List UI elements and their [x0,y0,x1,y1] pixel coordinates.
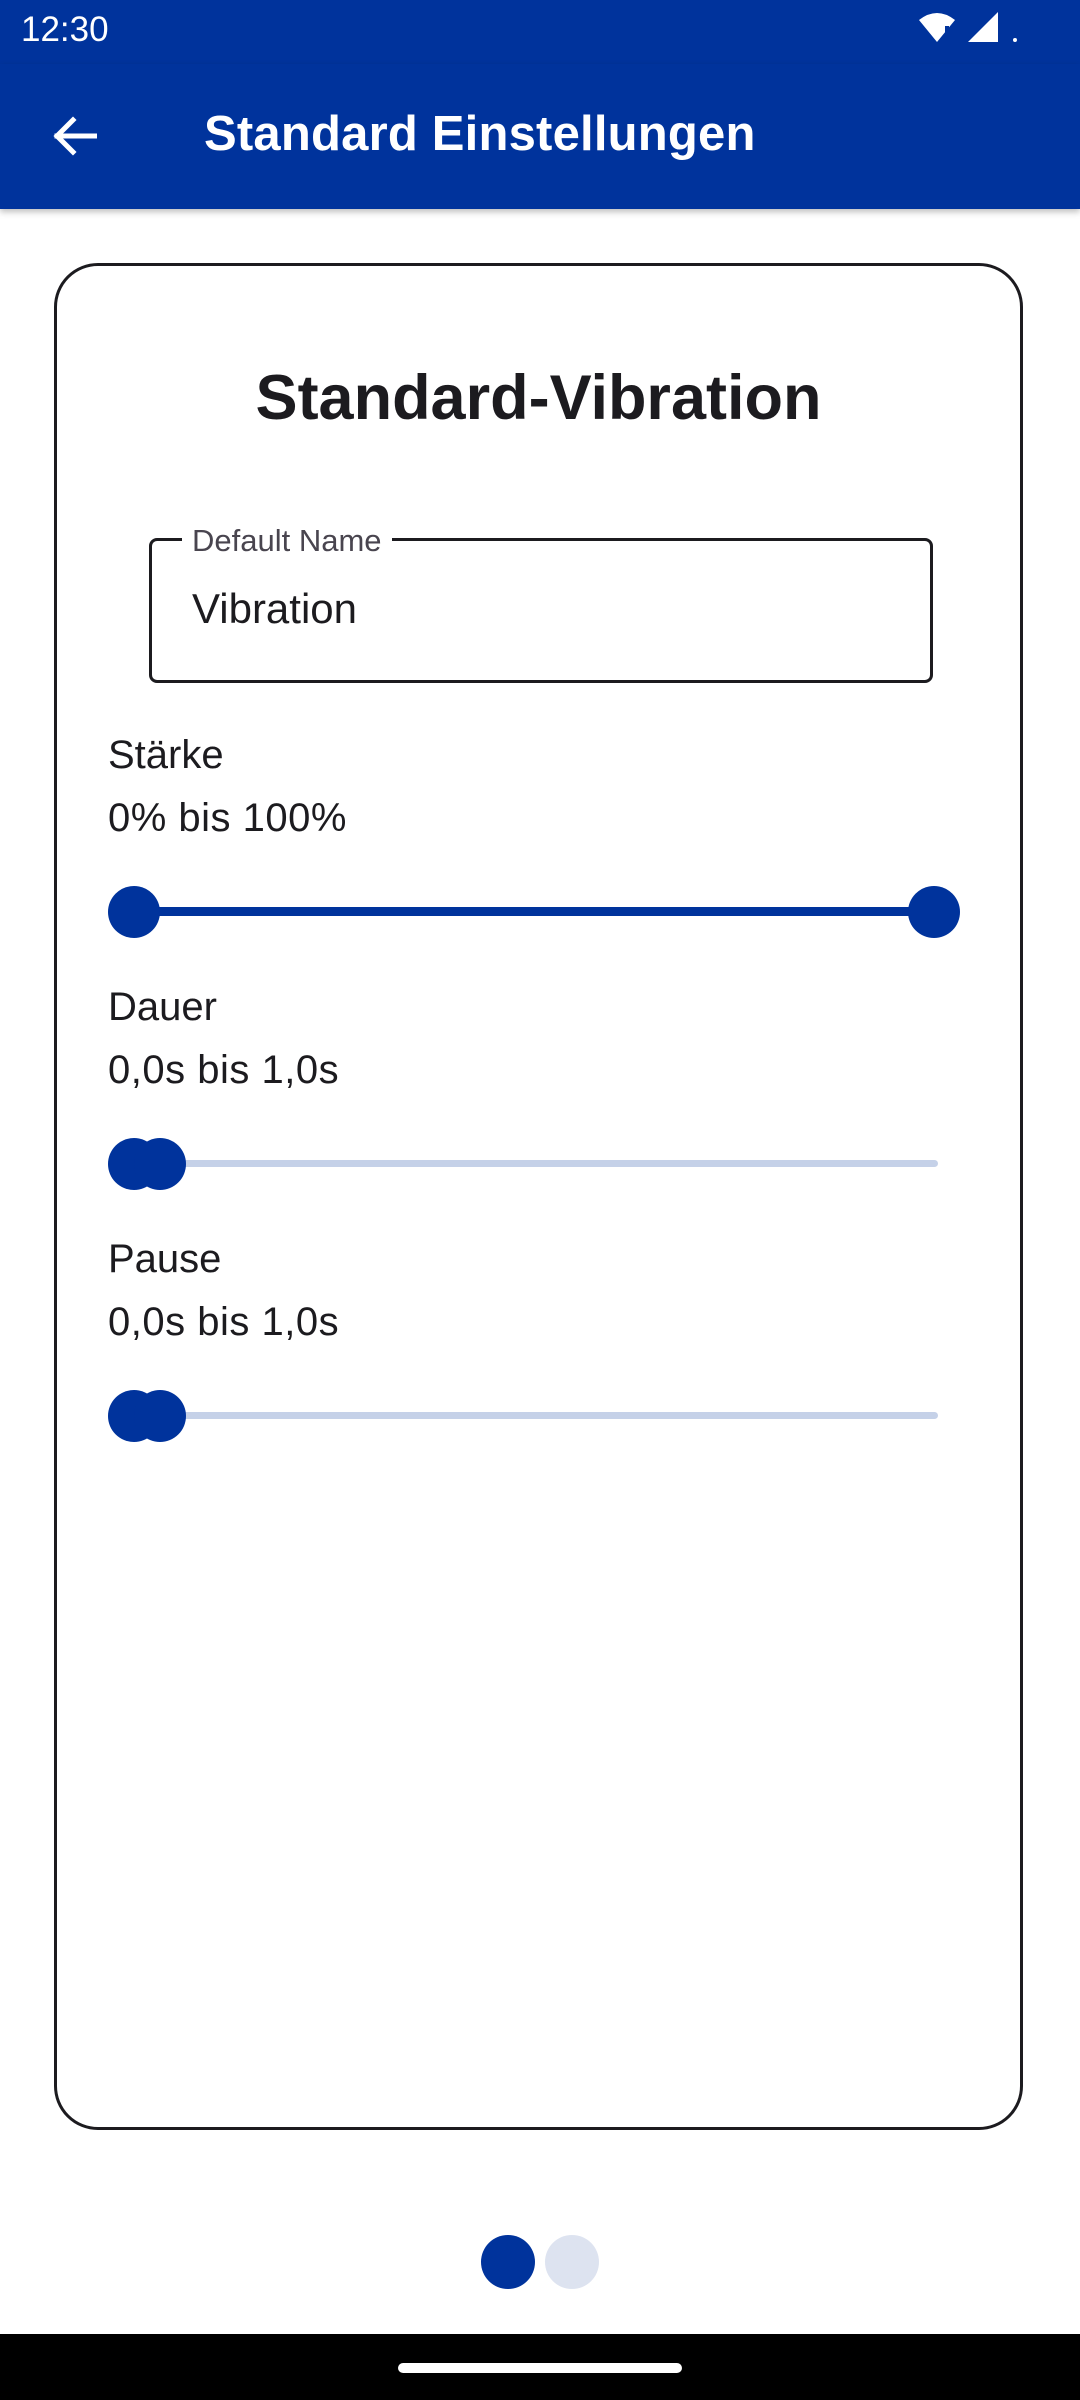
pause-range-slider[interactable] [108,1385,938,1445]
slider-active-track [134,907,934,916]
default-name-field[interactable]: Default Name Vibration [149,523,933,683]
page-title: Standard Einstellungen [204,107,756,161]
strength-label: Stärke [108,733,224,777]
duration-label: Dauer [108,985,217,1029]
signal-icon [966,12,1000,44]
slider-track [133,1412,938,1419]
default-name-label: Default Name [182,523,392,559]
duration-range-slider[interactable] [108,1133,938,1193]
slider-thumb-max[interactable] [134,1390,186,1442]
status-time: 12:30 [21,10,109,49]
slider-thumb-max[interactable] [908,886,960,938]
page-indicator [0,2235,1080,2289]
wifi-icon [918,12,956,44]
system-nav-bar [0,2334,1080,2400]
status-bar: 12:30 [0,0,1080,64]
slider-track [133,1160,938,1167]
strength-range-slider[interactable] [108,881,960,941]
home-handle[interactable] [398,2363,682,2373]
strength-range: 0% bis 100% [108,796,347,840]
battery-dot-icon [1010,12,1020,44]
status-icons [918,12,1020,44]
arrow-left-icon [51,115,98,161]
slider-thumb-max[interactable] [134,1138,186,1190]
pause-range: 0,0s bis 1,0s [108,1300,340,1344]
card-title: Standard-Vibration [255,363,822,433]
duration-range: 0,0s bis 1,0s [108,1048,340,1092]
page-dot-1[interactable] [481,2235,535,2289]
vibration-card: Standard-Vibration Default Name Vibratio… [54,263,1023,2130]
page-dot-2[interactable] [545,2235,599,2289]
pause-label: Pause [108,1237,222,1281]
app-bar: Standard Einstellungen [0,64,1080,209]
default-name-value[interactable]: Vibration [192,585,357,633]
slider-thumb-min[interactable] [108,886,160,938]
back-button[interactable] [40,104,108,172]
